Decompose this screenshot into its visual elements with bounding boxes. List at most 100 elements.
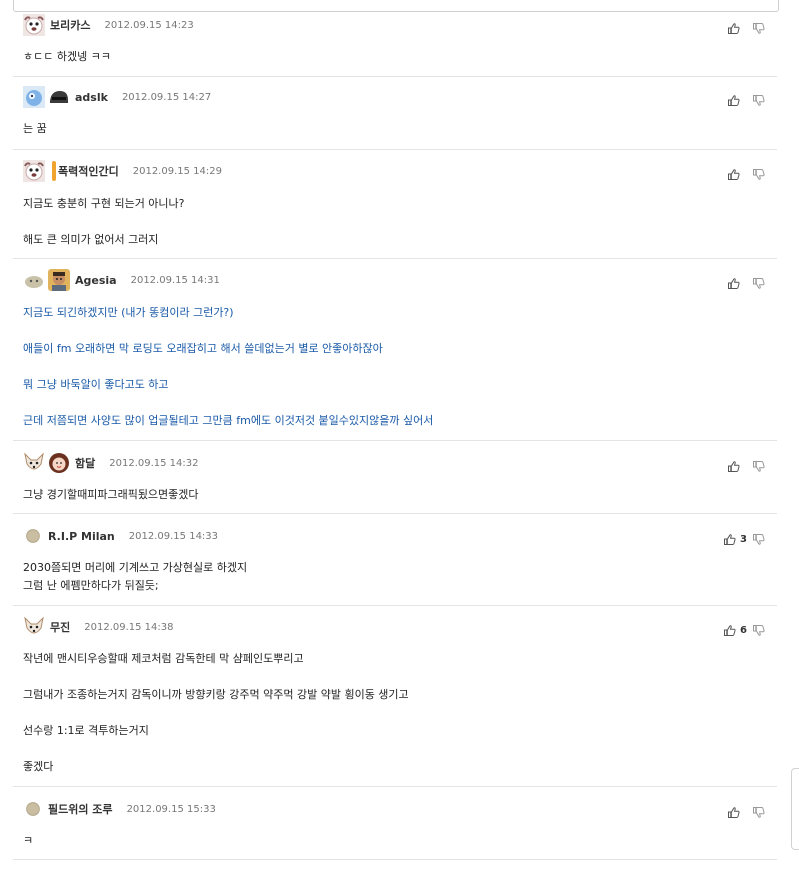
comment-text-line: ㅋ — [23, 834, 34, 847]
comment-item: R.I.P Milan 2012.09.15 14:33 3 2030쯤되면 머리에 … — [13, 522, 777, 606]
comment-item: 폭력적인간디 2012.09.15 14:29 지금도 충분히 구현 되는거 아니나… — [13, 157, 777, 259]
comment-item: 무진 2012.09.15 14:38 6 작년에 맨시티우승할때 제코처럼 감독한테… — [13, 613, 777, 787]
comment-timestamp: 2012.09.15 15:33 — [126, 803, 216, 815]
comment-item: Agesia 2012.09.15 14:31 지금도 되긴하겠지만 (내가 똥컴이… — [13, 266, 777, 441]
comment-text-line: 그럼 난 에펨만하다가 뒤질듯; — [23, 579, 159, 592]
thumbs-down-icon[interactable] — [752, 94, 765, 107]
comment-item: 보리카스 2012.09.15 14:23 ㅎㄷㄷ 하겠넹 ㅋㅋ — [13, 11, 777, 77]
user-avatar-icon[interactable] — [23, 269, 45, 291]
comment-username[interactable]: R.I.P Milan — [48, 530, 115, 543]
comment-body: 지금도 되긴하겠지만 (내가 똥컴이라 그런가?) 애들이 fm 오래하면 막 로… — [23, 307, 433, 433]
comment-username[interactable]: Agesia — [75, 274, 117, 287]
user-avatar-icon[interactable] — [23, 799, 43, 819]
comment-text-line: 지금도 되긴하겠지만 (내가 똥컴이라 그런가?) — [23, 306, 234, 319]
comment-body: 지금도 충분히 구현 되는거 아니나? 해도 큰 의미가 없어서 그러지 — [23, 198, 185, 252]
comment-timestamp: 2012.09.15 14:23 — [104, 19, 194, 31]
thumbs-up-icon[interactable] — [727, 806, 740, 819]
vote-controls — [727, 21, 765, 35]
comment-header: 보리카스 2012.09.15 14:23 — [23, 12, 194, 38]
thumbs-up-icon[interactable] — [723, 624, 736, 637]
vote-controls — [727, 167, 765, 181]
like-count: 6 — [740, 624, 747, 636]
comment-body: 2030쯤되면 머리에 기계쓰고 가상현실로 하겠지그럼 난 에펨만하다가 뒤질… — [23, 562, 247, 598]
thumbs-up-icon[interactable] — [727, 277, 740, 290]
comment-header: 필드위의 조루 2012.09.15 15:33 — [23, 796, 216, 822]
user-avatar-icon[interactable] — [23, 616, 45, 638]
thumbs-down-icon[interactable] — [752, 22, 765, 35]
comment-username[interactable]: 함달 — [75, 455, 95, 471]
comment-text-line — [23, 361, 433, 373]
user-avatar-icon[interactable] — [48, 269, 70, 291]
user-avatar-icon[interactable] — [23, 14, 45, 36]
comment-username[interactable]: 폭력적인간디 — [58, 163, 119, 179]
comment-username[interactable]: 무진 — [50, 619, 70, 635]
user-avatar-icon[interactable] — [23, 160, 45, 182]
comment-text-line: 작년에 맨시티우승할때 제코처럼 감독한테 막 샴페인도뿌리고 — [23, 652, 304, 665]
comment-item: adslk 2012.09.15 14:27 는 꿈 — [13, 83, 777, 150]
comment-text-line: 뭐 그냥 바둑알이 좋다고도 하고 — [23, 378, 169, 391]
comment-item: 필드위의 조루 2012.09.15 15:33 ㅋ — [13, 795, 777, 860]
comment-text-line: 좋겠다 — [23, 760, 54, 773]
comment-text-line — [23, 325, 433, 337]
thumbs-down-icon[interactable] — [752, 624, 765, 637]
comment-body: 그냥 경기할때피파그래픽됬으면좋겠다 — [23, 489, 199, 507]
user-avatar-icon[interactable] — [23, 526, 43, 546]
vote-controls — [727, 276, 765, 290]
comment-header: 폭력적인간디 2012.09.15 14:29 — [23, 158, 222, 184]
side-tab[interactable] — [791, 768, 799, 850]
thumbs-up-icon[interactable] — [727, 460, 740, 473]
user-avatar-icon[interactable] — [23, 452, 45, 474]
thumbs-down-icon[interactable] — [752, 168, 765, 181]
comment-text-line: 그럼내가 조종하는거지 감독이니까 방향키랑 강주먹 약주먹 강발 약발 횡이동… — [23, 688, 409, 701]
comment-timestamp: 2012.09.15 14:31 — [130, 274, 220, 286]
comment-text-line: 2030쯤되면 머리에 기계쓰고 가상현실로 하겠지 — [23, 561, 248, 574]
comment-text-line — [23, 743, 409, 755]
comment-username[interactable]: adslk — [75, 91, 108, 104]
comment-timestamp: 2012.09.15 14:29 — [132, 165, 222, 177]
thumbs-up-icon[interactable] — [727, 22, 740, 35]
user-avatar-icon[interactable] — [48, 86, 70, 108]
comment-text-line — [23, 671, 409, 683]
vote-controls: 3 — [723, 532, 765, 546]
thumbs-up-icon[interactable] — [727, 168, 740, 181]
comment-body: 는 꿈 — [23, 123, 47, 141]
comment-text-line — [23, 397, 433, 409]
comment-timestamp: 2012.09.15 14:27 — [121, 91, 212, 103]
vote-controls — [727, 459, 765, 473]
comment-username[interactable]: 보리카스 — [50, 17, 90, 33]
comment-header: Agesia 2012.09.15 14:31 — [23, 267, 220, 293]
comment-item: 함달 2012.09.15 14:32 그냥 경기할때피파그래픽됬으면좋겠다 — [13, 449, 777, 514]
user-badge-icon — [52, 161, 56, 181]
thumbs-down-icon[interactable] — [752, 460, 765, 473]
thumbs-up-icon[interactable] — [727, 94, 740, 107]
comment-text-line: 해도 큰 의미가 없어서 그러지 — [23, 233, 159, 246]
comment-text-line: ㅎㄷㄷ 하겠넹 ㅋㅋ — [23, 50, 111, 63]
user-avatar-icon[interactable] — [23, 86, 45, 108]
comment-body: ㅎㄷㄷ 하겠넹 ㅋㅋ — [23, 51, 111, 69]
thumbs-down-icon[interactable] — [752, 277, 765, 290]
comment-header: R.I.P Milan 2012.09.15 14:33 — [23, 523, 218, 549]
comment-body: ㅋ — [23, 835, 33, 853]
comment-text-line: 애들이 fm 오래하면 막 로딩도 오래잡히고 해서 쓸데없는거 별로 안좋아하… — [23, 342, 383, 355]
comment-text-line: 그냥 경기할때피파그래픽됬으면좋겠다 — [23, 488, 199, 501]
comment-body: 작년에 맨시티우승할때 제코처럼 감독한테 막 샴페인도뿌리고그럼내가 조종하는… — [23, 653, 409, 779]
thumbs-up-icon[interactable] — [723, 533, 736, 546]
comment-timestamp: 2012.09.15 14:38 — [84, 621, 174, 633]
thumbs-down-icon[interactable] — [752, 806, 765, 819]
user-avatar-icon[interactable] — [48, 452, 70, 474]
vote-controls — [727, 93, 765, 107]
comment-text-line — [23, 216, 185, 228]
comment-text-line: 근데 저쯤되면 사양도 많이 업글될테고 그만큼 fm에도 이것저것 붙일수있지… — [23, 414, 434, 427]
vote-controls: 6 — [723, 623, 765, 637]
comment-header: 함달 2012.09.15 14:32 — [23, 450, 199, 476]
thumbs-down-icon[interactable] — [752, 533, 765, 546]
comment-text-line: 지금도 충분히 구현 되는거 아니나? — [23, 197, 185, 210]
comment-header: adslk 2012.09.15 14:27 — [23, 84, 211, 110]
comment-timestamp: 2012.09.15 14:32 — [109, 457, 199, 469]
comment-text-line: 선수랑 1:1로 격투하는거지 — [23, 724, 149, 737]
comment-text-line: 는 꿈 — [23, 122, 47, 135]
comment-text-line — [23, 707, 409, 719]
comment-timestamp: 2012.09.15 14:33 — [128, 530, 219, 542]
comment-username[interactable]: 필드위의 조루 — [48, 801, 113, 817]
like-count: 3 — [740, 533, 747, 545]
